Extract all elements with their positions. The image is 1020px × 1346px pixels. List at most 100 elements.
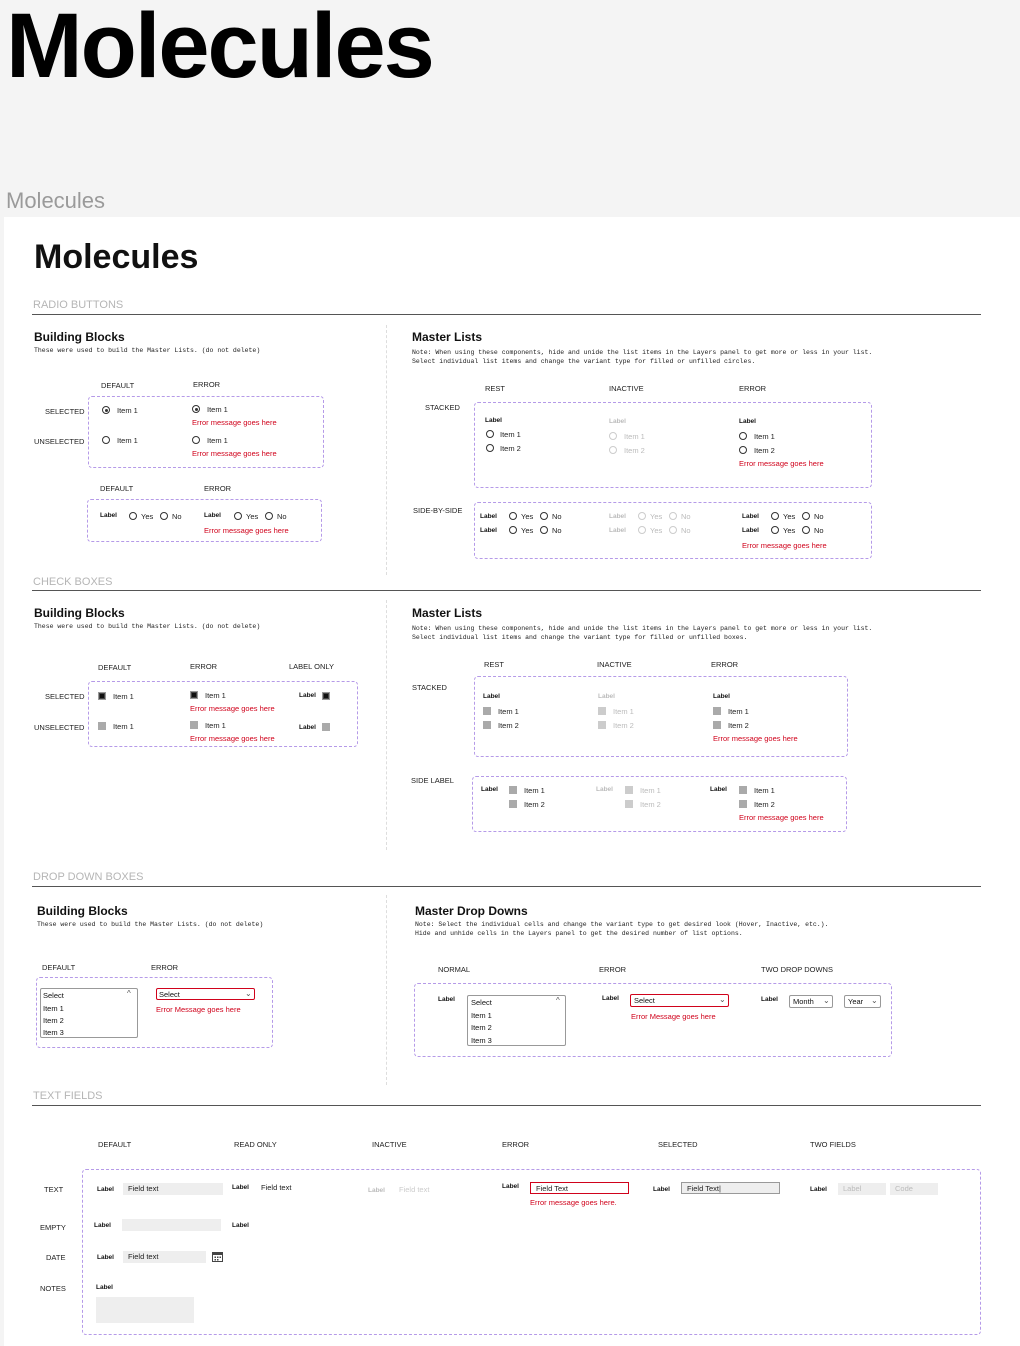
radio-selected-error[interactable] [192,405,200,413]
chevron-up-icon: ^ [556,996,560,1005]
calendar-icon[interactable] [212,1251,223,1262]
dropdown-open[interactable]: Select ^ Item 1 Item 2 Item 3 [467,995,566,1046]
field-label: Label [368,1187,385,1194]
checkbox-selected-error[interactable] [190,691,198,699]
note-line-1: Note: When using these components, hide … [412,349,873,356]
dropdown-option[interactable]: Item 3 [43,1028,64,1037]
note-line-1: Note: When using these components, hide … [412,625,873,632]
section-drop-down-boxes: DROP DOWN BOXES [33,871,144,883]
text-field-selected[interactable]: Field Text| [681,1182,780,1194]
text-field-date[interactable]: Field text [123,1251,206,1263]
checkbox-unselected-error[interactable] [190,721,198,729]
radio-yes[interactable] [509,512,517,520]
dropdown-option[interactable]: Item 1 [471,1011,492,1020]
radio-no[interactable] [540,512,548,520]
field-label: Label [598,693,615,700]
field-label: Label [653,1186,670,1193]
field-label: Label [810,1186,827,1193]
checkbox-item[interactable] [509,800,517,808]
radio-yes[interactable] [509,526,517,534]
dropdown-month[interactable]: Month ⌄ [789,995,833,1008]
radio-no[interactable] [802,512,810,520]
field-label: Label [96,1284,113,1291]
dropdown-option[interactable]: Item 1 [43,1004,64,1013]
checkbox-item[interactable] [483,707,491,715]
error-message: Error message goes here [739,813,824,822]
dropdown-error[interactable]: Select ⌄ [156,988,255,1000]
master-lists-heading: Master Lists [412,606,483,620]
radio-label: Yes [650,512,663,521]
dropdown-option[interactable]: Item 2 [471,1023,492,1032]
chevron-down-icon: ⌄ [245,989,252,998]
checkbox-label: Item 2 [524,800,545,809]
chevron-down-icon: ⌄ [823,996,830,1005]
checkbox-label: Item 2 [640,800,661,809]
checkbox-unselected[interactable] [322,723,330,731]
row-selected: SELECTED [45,407,85,416]
radio-item[interactable] [739,432,747,440]
chevron-up-icon: ^ [127,989,131,998]
radio-unselected[interactable] [102,436,110,444]
note-line-2: Hide and unhide cells in the Layers pane… [415,930,743,937]
field-label: Label [481,786,498,793]
checkbox-item[interactable] [483,721,491,729]
field-label: Label [97,1254,114,1261]
radio-yes[interactable] [771,526,779,534]
dropdown-error[interactable]: Select ⌄ [630,994,729,1007]
radio-no[interactable] [160,512,168,520]
checkbox-item[interactable] [713,707,721,715]
field-label: Label [742,513,759,520]
dropdown-selected: Select [43,991,64,1000]
radio-item[interactable] [739,446,747,454]
radio-unselected-error[interactable] [192,436,200,444]
checkbox-selected[interactable] [322,692,330,700]
dropdown-selected: Month [793,997,814,1006]
radio-no[interactable] [540,526,548,534]
text-field-empty[interactable] [122,1219,221,1231]
checkbox-unselected[interactable] [98,722,106,730]
checkbox-item-inactive [598,707,606,715]
section-divider [32,886,981,887]
dropdown-year[interactable]: Year ⌄ [844,995,881,1008]
text-field-code[interactable]: Code [890,1183,938,1195]
field-label: Label [713,693,730,700]
dropdown-open[interactable]: Select ^ Item 1 Item 2 Item 3 [40,988,138,1038]
text-field-default[interactable]: Field text [123,1183,223,1195]
master-lists-heading: Master Lists [412,330,483,344]
radio-item[interactable] [486,444,494,452]
checkbox-selected[interactable] [98,692,106,700]
field-label: Label [710,786,727,793]
error-message: Error message goes here [190,704,275,713]
radio-label: No [172,512,182,521]
radio-yes[interactable] [234,512,242,520]
dropdown-option[interactable]: Item 3 [471,1036,492,1045]
master-drop-downs-heading: Master Drop Downs [415,904,528,918]
checkbox-item[interactable] [509,786,517,794]
error-message: Error message goes here. [530,1198,617,1207]
radio-label: Item 1 [500,430,521,439]
radio-selected[interactable] [102,406,110,414]
dropdown-option[interactable]: Item 2 [43,1016,64,1025]
error-message: Error message goes here [192,418,277,427]
radio-no[interactable] [802,526,810,534]
col-default: DEFAULT [98,1140,132,1149]
radio-no[interactable] [265,512,273,520]
error-message: Error message goes here [742,541,827,550]
radio-yes[interactable] [771,512,779,520]
radio-yes[interactable] [129,512,137,520]
checkbox-label: Item 1 [205,721,226,730]
radio-item[interactable] [486,430,494,438]
textarea-notes[interactable] [96,1297,194,1323]
checkbox-item[interactable] [739,800,747,808]
row-side-label: SIDE LABEL [411,776,454,785]
text-field-first[interactable]: Label [838,1183,886,1195]
radio-label: Item 1 [207,436,228,445]
field-label: Label [609,527,626,534]
error-message: Error message goes here [739,459,824,468]
radio-label: Item 1 [624,432,645,441]
checkbox-item[interactable] [713,721,721,729]
checkbox-label: Item 2 [728,721,749,730]
text-field-error[interactable]: Field Text [530,1182,629,1194]
field-label: Label [761,996,778,1003]
checkbox-item[interactable] [739,786,747,794]
